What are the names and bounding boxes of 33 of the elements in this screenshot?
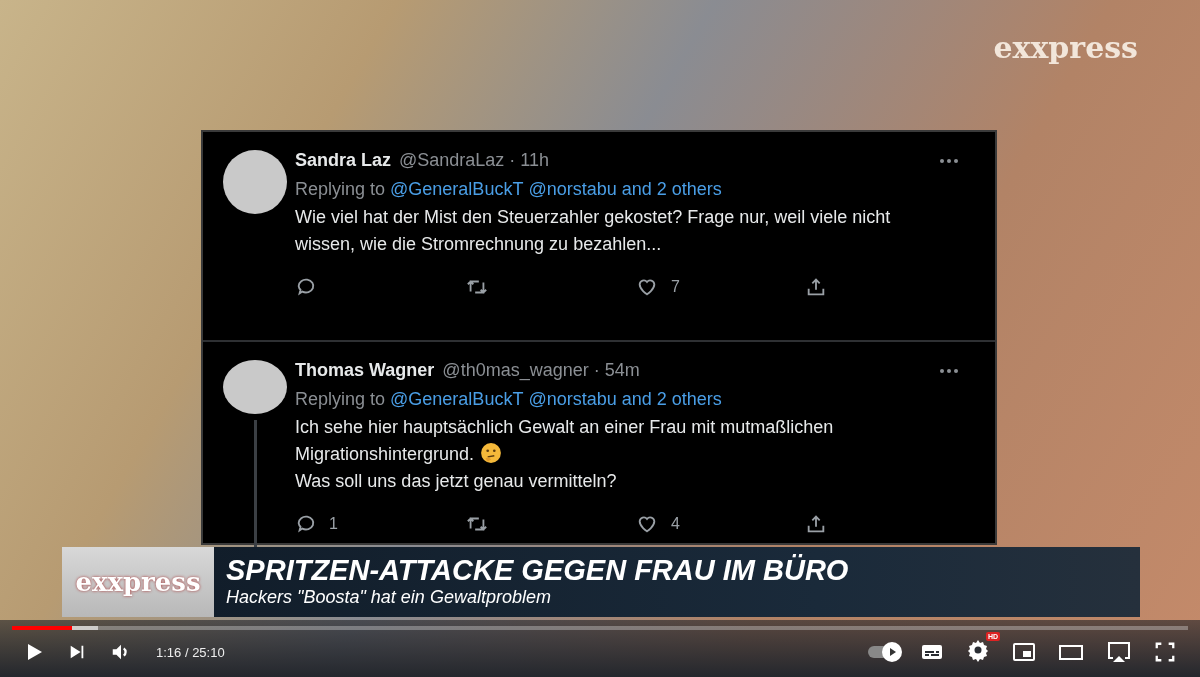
tweet-text: Wie viel hat der Mist den Steuerzahler gekostet? Frage nur, weil viele nicht wissen, wie die Stromrechnung zu bezahlen... — [295, 207, 891, 254]
progress-bar[interactable] — [12, 626, 1188, 630]
mention-link[interactable]: @GeneralBuckT — [390, 389, 524, 410]
comment-icon[interactable] — [295, 513, 317, 535]
tweet-text: Ich sehe hier hauptsächlich Gewalt an einer Frau mit mutmaßlichen Migrationshintergrund. — [295, 417, 834, 464]
replying-label: Replying to — [295, 179, 386, 200]
more-icon[interactable] — [939, 157, 959, 164]
share-icon[interactable] — [805, 513, 827, 535]
next-icon[interactable] — [68, 643, 86, 661]
mention-link[interactable]: @norstabu and 2 others — [528, 179, 722, 200]
like-count: 4 — [671, 515, 680, 533]
user-name: Sandra Laz — [295, 150, 392, 171]
channel-logo: exxpress — [993, 30, 1138, 67]
miniplayer-icon[interactable] — [1012, 640, 1036, 664]
headline: SPRITZEN-ATTACKE GEGEN FRAU IM BÜRO — [226, 553, 849, 587]
subheadline: Hackers "Boosta" hat ein Gewaltproblem — [226, 587, 552, 608]
time-display: 1:16 / 25:10 — [156, 644, 225, 660]
mention-link[interactable]: @norstabu and 2 others — [528, 389, 722, 410]
user-handle: @th0mas_wagner · 54m — [442, 360, 641, 381]
tweet-text: Was soll uns das jetzt genau vermitteln? — [295, 471, 617, 491]
reply-count: 1 — [329, 515, 338, 533]
user-name: Thomas Wagner — [295, 360, 435, 381]
like-count: 7 — [671, 278, 680, 296]
channel-logo: exxpress — [75, 567, 201, 597]
settings-icon[interactable] — [966, 638, 990, 662]
airplay-icon[interactable] — [1106, 640, 1132, 664]
fullscreen-icon[interactable] — [1154, 641, 1176, 663]
mention-link[interactable]: @GeneralBuckT — [390, 179, 524, 200]
user-handle: @SandraLaz · 11h — [399, 150, 551, 171]
more-icon[interactable] — [939, 367, 959, 374]
replying-label: Replying to — [295, 389, 386, 410]
comment-icon[interactable] — [295, 276, 317, 298]
share-icon[interactable] — [805, 276, 827, 298]
